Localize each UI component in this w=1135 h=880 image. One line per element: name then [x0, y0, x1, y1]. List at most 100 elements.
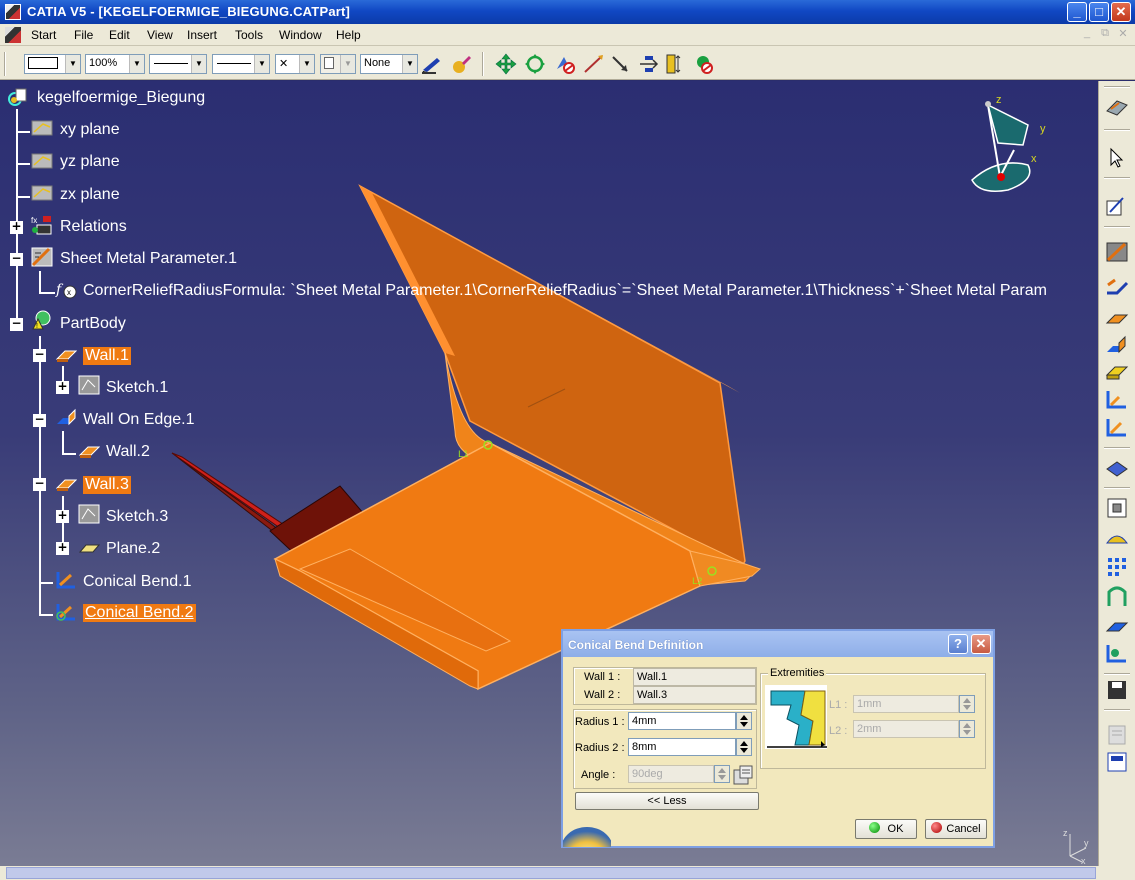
stamping-icon[interactable]	[1105, 527, 1129, 549]
tree-plane-2[interactable]: Plane.2	[106, 540, 160, 558]
angle-input[interactable]: 90deg	[628, 765, 714, 783]
wall-1-field[interactable]: Wall.1	[633, 668, 756, 686]
dimension-icon[interactable]	[664, 53, 688, 75]
corner-relief-icon[interactable]	[1105, 586, 1129, 608]
tree-wall-1[interactable]: Wall.1	[83, 347, 131, 365]
tree-root-part[interactable]: kegelfoermige_Biegung	[37, 89, 205, 107]
l2-input[interactable]: 2mm	[853, 720, 959, 738]
plane-icon[interactable]	[31, 151, 53, 171]
menu-edit[interactable]: Edit	[109, 28, 130, 42]
minimize-button[interactable]: _	[1067, 2, 1087, 22]
constraint-icon[interactable]	[637, 53, 661, 75]
collapse-wall-3-button[interactable]: −	[33, 477, 46, 491]
collapse-wall-1-button[interactable]: −	[33, 348, 46, 362]
transparency-select[interactable]: 100% ▼	[85, 54, 145, 74]
tree-sketch-3[interactable]: Sketch.3	[106, 508, 168, 526]
fold-unfold-icon[interactable]	[1105, 457, 1129, 479]
compass-handle[interactable]	[985, 101, 991, 107]
tree-wall-on-edge-1[interactable]: Wall On Edge.1	[83, 411, 194, 429]
menu-window[interactable]: Window	[279, 28, 322, 42]
part-icon[interactable]	[6, 88, 28, 108]
properties-brush-icon[interactable]	[450, 53, 474, 75]
tree-sketch-1[interactable]: Sketch.1	[106, 379, 168, 397]
sheet-metal-parameter-icon[interactable]	[31, 247, 53, 267]
plane-icon[interactable]	[31, 183, 53, 203]
wall-on-edge-tool-icon[interactable]	[1105, 334, 1129, 356]
view-layout-icon[interactable]	[1105, 751, 1129, 773]
pan-icon[interactable]	[494, 53, 518, 75]
cancel-button[interactable]: Cancel	[925, 819, 987, 839]
extrusion-icon[interactable]	[1105, 361, 1129, 383]
document-menu-icon[interactable]	[5, 27, 21, 43]
transformation-icon[interactable]	[1105, 615, 1129, 637]
mdi-restore-button[interactable]: ⧉	[1097, 27, 1113, 41]
menu-view[interactable]: View	[147, 28, 173, 42]
menu-start[interactable]: Start	[31, 28, 56, 42]
mdi-close-button[interactable]: ✕	[1115, 27, 1131, 41]
angle-spinner[interactable]	[714, 765, 730, 783]
line-thickness-select[interactable]: ▼	[149, 54, 207, 74]
sheet-metal-parameters-icon[interactable]	[1105, 241, 1129, 263]
l2-spinner[interactable]	[959, 720, 975, 738]
hide-show-icon[interactable]	[553, 53, 577, 75]
tree-sheet-metal-parameter[interactable]: Sheet Metal Parameter.1	[60, 250, 237, 268]
expand-relations-button[interactable]: +	[10, 220, 23, 234]
cutout-icon[interactable]	[1105, 497, 1129, 519]
dialog-help-button[interactable]: ?	[948, 634, 968, 654]
l1-spinner[interactable]	[959, 695, 975, 713]
sketch-icon[interactable]	[78, 375, 100, 395]
tree-yz-plane[interactable]: yz plane	[60, 153, 120, 171]
dialog-title-bar[interactable]: Conical Bend Definition ? ✕	[563, 631, 993, 657]
mdi-minimize-button[interactable]: _	[1079, 27, 1095, 41]
conical-bend-icon[interactable]	[55, 602, 77, 622]
collapse-partbody-button[interactable]: −	[10, 317, 23, 331]
fill-color-select[interactable]: ▼	[24, 54, 81, 74]
plane-icon[interactable]	[31, 118, 53, 138]
ok-button[interactable]: OK	[855, 819, 917, 839]
swept-walls-icon[interactable]	[1105, 389, 1129, 411]
tree-partbody[interactable]: PartBody	[60, 315, 126, 333]
rotate-icon[interactable]	[523, 53, 547, 75]
wall-icon[interactable]	[55, 474, 77, 494]
tree-conical-bend-2[interactable]: Conical Bend.2	[83, 604, 196, 622]
menu-insert[interactable]: Insert	[187, 28, 217, 42]
tree-wall-2[interactable]: Wall.2	[106, 443, 150, 461]
radius-1-input[interactable]: 4mm	[628, 712, 736, 730]
horizontal-scrollbar[interactable]	[6, 867, 1096, 879]
maximize-button[interactable]: □	[1089, 2, 1109, 22]
mapping-icon[interactable]	[1105, 643, 1129, 665]
painter-icon[interactable]	[420, 53, 444, 75]
wall-tool-icon[interactable]	[1105, 307, 1129, 329]
expand-sketch-3-button[interactable]: +	[56, 509, 69, 523]
sketcher-icon[interactable]	[1105, 195, 1129, 217]
tree-relations[interactable]: Relations	[60, 218, 127, 236]
bend-tool-icon[interactable]	[1105, 417, 1129, 439]
collapse-wall-on-edge-button[interactable]: −	[33, 413, 46, 427]
wall-icon[interactable]	[55, 345, 77, 365]
collapse-sheet-metal-parameter-button[interactable]: −	[10, 252, 23, 266]
line-type-select[interactable]: ▼	[212, 54, 270, 74]
l1-input[interactable]: 1mm	[853, 695, 959, 713]
sheet-metal-workbench-icon[interactable]	[1105, 97, 1129, 119]
catalog-icon[interactable]	[1105, 724, 1129, 746]
sketch-icon[interactable]	[78, 504, 100, 524]
plane-2-icon[interactable]	[78, 538, 100, 558]
pattern-icon[interactable]	[1105, 555, 1129, 577]
tree-corner-relief-formula[interactable]: CornerReliefRadiusFormula: `Sheet Metal …	[83, 282, 1047, 300]
analysis-icon[interactable]	[693, 53, 717, 75]
compass-widget[interactable]: z y x	[968, 95, 1048, 205]
save-management-icon[interactable]	[1105, 679, 1129, 701]
normal-view-icon[interactable]	[609, 53, 633, 75]
extremities-preview-icon[interactable]	[765, 685, 827, 749]
tree-conical-bend-1[interactable]: Conical Bend.1	[83, 573, 192, 591]
angle-formula-icon[interactable]	[732, 764, 754, 786]
menu-file[interactable]: File	[74, 28, 93, 42]
wall-on-edge-icon[interactable]	[55, 408, 77, 428]
less-button[interactable]: << Less	[575, 792, 759, 810]
tree-xy-plane[interactable]: xy plane	[60, 121, 120, 139]
wall-2-field[interactable]: Wall.3	[633, 686, 756, 704]
wall-icon[interactable]	[78, 441, 100, 461]
catia-app-icon[interactable]	[5, 4, 21, 20]
relations-icon[interactable]: fx	[31, 215, 53, 235]
unfold-icon[interactable]	[1105, 277, 1129, 299]
